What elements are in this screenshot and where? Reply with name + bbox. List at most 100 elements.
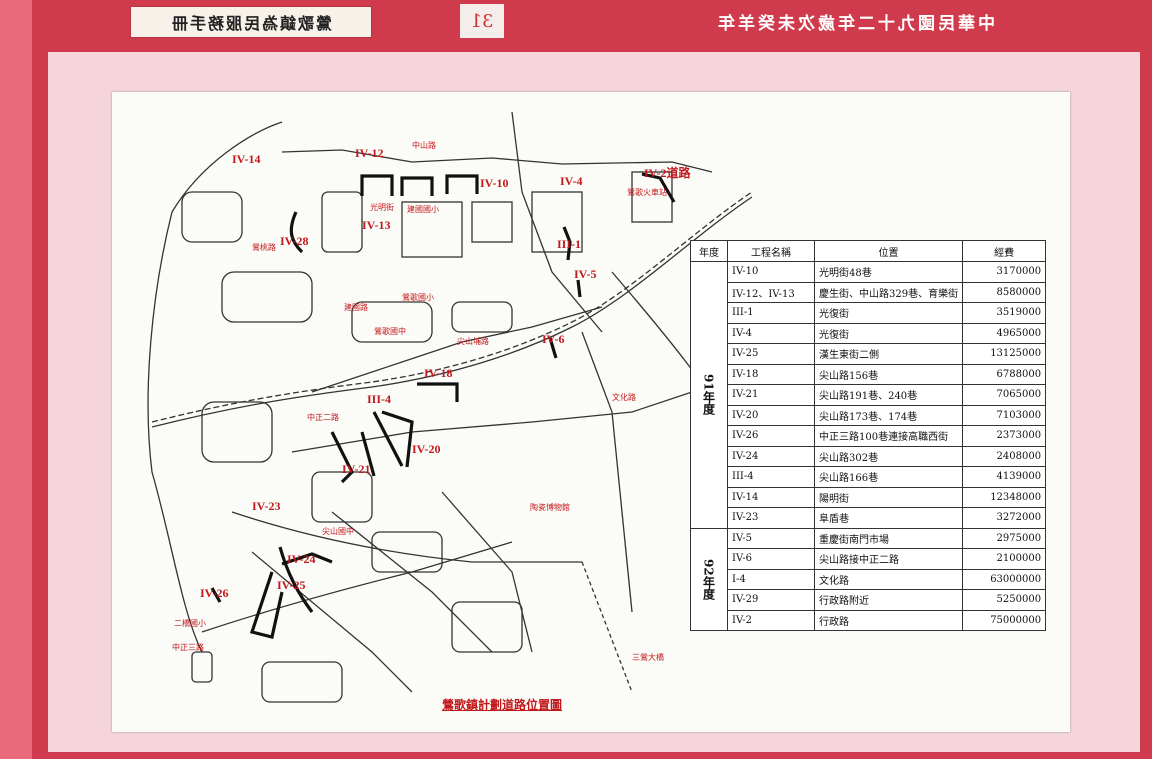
- location-cell: 光明街48巷: [813, 261, 964, 283]
- location-cell: 尖山路173巷、174巷: [813, 404, 964, 426]
- block-i: [201, 401, 273, 463]
- cost-cell: 2975000: [962, 527, 1047, 549]
- label-iv-28: IV-28: [280, 234, 309, 248]
- table-row: IV-24 尖山路302巷 2408000: [691, 445, 1047, 467]
- map-title: 鶯歌鎮計劃道路位置圖: [442, 698, 563, 712]
- label-iv-4: IV-4: [560, 174, 583, 188]
- handbook-title: 鶯歌鎮為民服務手冊: [130, 6, 372, 38]
- location-cell: 中正三路100巷連接高職西街: [813, 425, 964, 447]
- label-iv-23: IV-23: [252, 499, 281, 513]
- label-iv-12: IV-12: [355, 146, 384, 160]
- label-iv-14: IV-14: [232, 152, 261, 166]
- school-yingge-junior: 鶯歌國中: [374, 327, 406, 336]
- block-a: [181, 191, 243, 243]
- location-cell: 陽明街: [813, 486, 964, 508]
- road-wenhua: [581, 331, 633, 613]
- road-sanying: [581, 561, 633, 693]
- street-zhongshan: 中山路: [412, 141, 436, 150]
- cost-cell: 13125000: [962, 343, 1047, 365]
- location-cell: 光復街: [813, 302, 964, 324]
- road-jianshan: [311, 306, 603, 393]
- project-iv-5: [576, 279, 582, 298]
- cost-cell: 5250000: [962, 589, 1047, 611]
- project-name-cell: IV-14: [727, 486, 815, 508]
- street-wenhua: 文化路: [612, 393, 636, 402]
- table-row: IV-23 阜盾巷 3272000: [691, 507, 1047, 529]
- school-jianshan: 尖山國中: [322, 527, 354, 536]
- location-cell: 慶生街、中山路329巷、育樂街: [813, 281, 964, 303]
- label-iv-6: IV-6: [542, 332, 565, 346]
- road-north-south: [511, 111, 603, 333]
- label-iv-18: IV-18: [424, 366, 453, 380]
- cost-cell: 3170000: [962, 261, 1047, 283]
- project-iv-12b: [400, 176, 434, 196]
- project-name-cell: III-4: [727, 466, 815, 488]
- label-iv-2: IV-2道路: [644, 166, 691, 180]
- project-iv-10: [445, 174, 479, 194]
- cost-cell: 4139000: [962, 466, 1047, 488]
- block-b: [221, 271, 313, 323]
- street-jianguo: 建國路: [344, 303, 368, 312]
- project-name-cell: IV-24: [727, 445, 815, 467]
- school-yingge-elementary: 鶯歌國小: [402, 293, 434, 302]
- table-row: IV-4 光復街 4965000: [691, 322, 1047, 344]
- block-l: [261, 661, 343, 703]
- location-cell: 尖山路接中正二路: [813, 548, 964, 570]
- sanying-bridge: 三鶯大橋: [632, 653, 664, 662]
- label-iii-1: III-1: [557, 237, 582, 251]
- ceramics-museum: 陶瓷博物館: [530, 503, 570, 512]
- cost-cell: 7103000: [962, 404, 1047, 426]
- cost-cell: 3272000: [962, 507, 1047, 529]
- location-cell: 阜盾巷: [813, 507, 964, 529]
- block-c: [321, 191, 363, 253]
- block-e: [471, 201, 513, 243]
- street-yingtao: 鶯桃路: [252, 243, 276, 252]
- cost-cell: 63000000: [962, 568, 1047, 590]
- year-cell: 91年度: [690, 261, 728, 529]
- table-row: 91年度 IV-10 光明街48巷 3170000: [690, 261, 1047, 529]
- project-name-cell: IV-6: [727, 548, 815, 570]
- cost-cell: 6788000: [962, 363, 1047, 385]
- table-row: IV-6 尖山路接中正二路 2100000: [691, 548, 1047, 570]
- project-iv-12: [360, 174, 394, 196]
- label-iv-20: IV-20: [412, 442, 441, 456]
- label-iii-4: III-4: [367, 392, 392, 406]
- street-guangming: 光明街: [370, 203, 394, 212]
- school-jianguo: 建國國小: [407, 205, 439, 214]
- page-edge-strip: [0, 0, 32, 759]
- location-cell: 重慶街南門市場: [813, 527, 964, 549]
- project-cost-table: 年度 工程名稱 位置 經費 91年度 IV-10 光明街48巷 3170000 IV-1…: [690, 240, 1047, 631]
- cost-cell: 3519000: [962, 302, 1047, 324]
- road-south-diag-2: [331, 511, 493, 653]
- table-row: IV-12、IV-13 慶生街、中山路329巷、育樂街 8580000: [691, 281, 1047, 303]
- page-number: 31: [460, 4, 504, 38]
- label-iv-13: IV-13: [362, 218, 391, 232]
- street-zhongzheng-3: 中正三路: [172, 643, 204, 652]
- table-row: IV-2 行政路 75000000: [691, 609, 1047, 631]
- road-south-diag-3: [441, 491, 533, 653]
- project-name-cell: IV-23: [727, 507, 815, 529]
- year-banner: 中華民國九十二年歲次未癸羊年: [715, 13, 995, 34]
- label-iv-10: IV-10: [480, 176, 509, 190]
- table-row: IV-26 中正三路100巷連接高職西街 2373000: [691, 425, 1047, 447]
- project-name-cell: IV-21: [727, 384, 815, 406]
- cost-cell: 4965000: [962, 322, 1047, 344]
- label-iv-25: IV-25: [277, 578, 306, 592]
- street-zhongzheng-2: 中正二路: [307, 413, 339, 422]
- label-iv-21: IV-21: [342, 462, 371, 476]
- col-project: 工程名稱: [727, 240, 815, 262]
- block-g: [451, 301, 513, 333]
- table-row: IV-29 行政路附近 5250000: [691, 589, 1047, 611]
- cost-cell: 12348000: [962, 486, 1047, 508]
- table-row: III-4 尖山路166巷 4139000: [691, 466, 1047, 488]
- project-name-cell: III-1: [727, 302, 815, 324]
- cost-cell: 75000000: [962, 609, 1047, 631]
- location-cell: 尖山路156巷: [813, 363, 964, 385]
- table-row: IV-25 漢生東街二側 13125000: [691, 343, 1047, 365]
- cost-cell: 2408000: [962, 445, 1047, 467]
- col-year: 年度: [690, 240, 728, 262]
- table-row: IV-14 陽明街 12348000: [691, 486, 1047, 508]
- road-south-main: [231, 511, 582, 563]
- label-iv-5: IV-5: [574, 267, 597, 281]
- road-north-west: [171, 121, 283, 213]
